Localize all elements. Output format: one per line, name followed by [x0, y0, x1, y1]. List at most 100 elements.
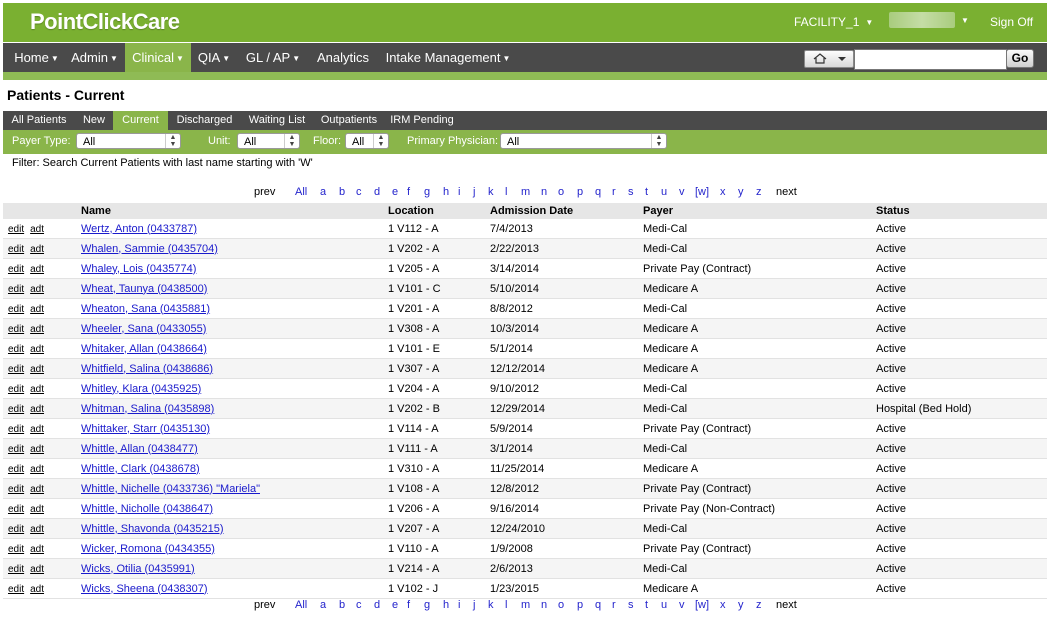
edit-link[interactable]: edit: [8, 224, 24, 235]
pager-letter-link[interactable]: [w]: [695, 599, 709, 611]
adt-link[interactable]: adt: [30, 484, 44, 495]
edit-link[interactable]: edit: [8, 544, 24, 555]
pager-letter-link[interactable]: u: [661, 599, 667, 611]
pager-prev-link[interactable]: prev: [254, 186, 275, 198]
pager-letter-link[interactable]: b: [339, 599, 345, 611]
adt-link[interactable]: adt: [30, 384, 44, 395]
pager-letter-link[interactable]: g: [424, 599, 430, 611]
edit-link[interactable]: edit: [8, 344, 24, 355]
pager-letter-link[interactable]: j: [473, 599, 475, 611]
pager-next-link[interactable]: next: [776, 186, 797, 198]
patient-name-link[interactable]: Wheat, Taunya (0438500): [81, 283, 207, 295]
nav-intake-management[interactable]: Intake Management ▼: [384, 43, 512, 72]
tab-waiting-list[interactable]: Waiting List: [241, 111, 313, 130]
global-search-input[interactable]: [854, 49, 1007, 70]
edit-link[interactable]: edit: [8, 404, 24, 415]
patient-name-link[interactable]: Whalen, Sammie (0435704): [81, 243, 218, 255]
pager-all-link[interactable]: All: [295, 599, 307, 611]
edit-link[interactable]: edit: [8, 504, 24, 515]
pager-letter-link[interactable]: x: [720, 599, 726, 611]
edit-link[interactable]: edit: [8, 484, 24, 495]
edit-link[interactable]: edit: [8, 364, 24, 375]
pager-letter-link[interactable]: b: [339, 186, 345, 198]
adt-link[interactable]: adt: [30, 504, 44, 515]
tab-outpatients[interactable]: Outpatients: [313, 111, 385, 130]
pager-prev-link[interactable]: prev: [254, 599, 275, 611]
patient-name-link[interactable]: Whitley, Klara (0435925): [81, 383, 201, 395]
chevron-down-icon[interactable]: ▼: [961, 16, 969, 25]
pager-letter-link[interactable]: n: [541, 599, 547, 611]
nav-home[interactable]: Home ▼: [9, 43, 64, 72]
tab-all-patients[interactable]: All Patients: [3, 111, 75, 130]
patient-name-link[interactable]: Wicker, Romona (0434355): [81, 543, 215, 555]
adt-link[interactable]: adt: [30, 404, 44, 415]
patient-name-link[interactable]: Whaley, Lois (0435774): [81, 263, 196, 275]
pager-letter-link[interactable]: j: [473, 186, 475, 198]
adt-link[interactable]: adt: [30, 224, 44, 235]
adt-link[interactable]: adt: [30, 524, 44, 535]
floor-select[interactable]: All ▲ ▼: [345, 133, 389, 149]
patient-name-link[interactable]: Wicks, Sheena (0438307): [81, 583, 208, 595]
pager-letter-link[interactable]: n: [541, 186, 547, 198]
edit-link[interactable]: edit: [8, 264, 24, 275]
pager-letter-link[interactable]: e: [392, 186, 398, 198]
nav-analytics[interactable]: Analytics: [309, 43, 377, 72]
nav-clinical[interactable]: Clinical ▼: [125, 43, 191, 72]
edit-link[interactable]: edit: [8, 384, 24, 395]
pager-letter-link[interactable]: g: [424, 186, 430, 198]
unit-select[interactable]: All ▲ ▼: [237, 133, 300, 149]
pager-letter-link[interactable]: h: [443, 599, 449, 611]
patient-name-link[interactable]: Wheeler, Sana (0433055): [81, 323, 206, 335]
nav-qia[interactable]: QIA ▼: [194, 43, 234, 72]
pager-all-link[interactable]: All: [295, 186, 307, 198]
patient-name-link[interactable]: Whittaker, Starr (0435130): [81, 423, 210, 435]
adt-link[interactable]: adt: [30, 284, 44, 295]
pager-letter-link[interactable]: o: [558, 599, 564, 611]
patient-name-link[interactable]: Whittle, Nicholle (0438647): [81, 503, 213, 515]
tab-new[interactable]: New: [75, 111, 113, 130]
pager-letter-link[interactable]: s: [628, 599, 634, 611]
edit-link[interactable]: edit: [8, 524, 24, 535]
facility-selector[interactable]: FACILITY_1 ▼: [794, 15, 873, 29]
patient-name-link[interactable]: Whitman, Salina (0435898): [81, 403, 214, 415]
pager-letter-link[interactable]: a: [320, 186, 326, 198]
pointclickcare-logo[interactable]: PointClickCare: [30, 9, 180, 35]
adt-link[interactable]: adt: [30, 424, 44, 435]
patient-name-link[interactable]: Whitaker, Allan (0438664): [81, 343, 207, 355]
edit-link[interactable]: edit: [8, 444, 24, 455]
home-menu-button[interactable]: [804, 50, 854, 68]
patient-name-link[interactable]: Wicks, Otilia (0435991): [81, 563, 195, 575]
pager-letter-link[interactable]: f: [407, 186, 410, 198]
sign-off-link[interactable]: Sign Off: [990, 15, 1033, 29]
pager-letter-link[interactable]: v: [679, 599, 685, 611]
primary-physician-select[interactable]: All ▲ ▼: [500, 133, 667, 149]
adt-link[interactable]: adt: [30, 444, 44, 455]
pager-letter-link[interactable]: [w]: [695, 186, 709, 198]
pager-letter-link[interactable]: i: [458, 186, 460, 198]
pager-letter-link[interactable]: f: [407, 599, 410, 611]
tab-discharged[interactable]: Discharged: [168, 111, 241, 130]
pager-letter-link[interactable]: h: [443, 186, 449, 198]
pager-letter-link[interactable]: x: [720, 186, 726, 198]
adt-link[interactable]: adt: [30, 544, 44, 555]
adt-link[interactable]: adt: [30, 564, 44, 575]
pager-letter-link[interactable]: r: [612, 186, 616, 198]
payer-type-select[interactable]: All ▲ ▼: [76, 133, 181, 149]
pager-next-link[interactable]: next: [776, 599, 797, 611]
pager-letter-link[interactable]: z: [756, 186, 762, 198]
edit-link[interactable]: edit: [8, 424, 24, 435]
pager-letter-link[interactable]: l: [505, 599, 507, 611]
patient-name-link[interactable]: Whitfield, Salina (0438686): [81, 363, 213, 375]
pager-letter-link[interactable]: d: [374, 186, 380, 198]
pager-letter-link[interactable]: o: [558, 186, 564, 198]
patient-name-link[interactable]: Wertz, Anton (0433787): [81, 223, 197, 235]
edit-link[interactable]: edit: [8, 324, 24, 335]
patient-name-link[interactable]: Whittle, Nichelle (0433736) "Mariela": [81, 483, 260, 495]
pager-letter-link[interactable]: q: [595, 599, 601, 611]
adt-link[interactable]: adt: [30, 364, 44, 375]
pager-letter-link[interactable]: c: [356, 186, 362, 198]
pager-letter-link[interactable]: k: [488, 599, 494, 611]
nav-admin[interactable]: Admin ▼: [67, 43, 122, 72]
adt-link[interactable]: adt: [30, 244, 44, 255]
pager-letter-link[interactable]: u: [661, 186, 667, 198]
